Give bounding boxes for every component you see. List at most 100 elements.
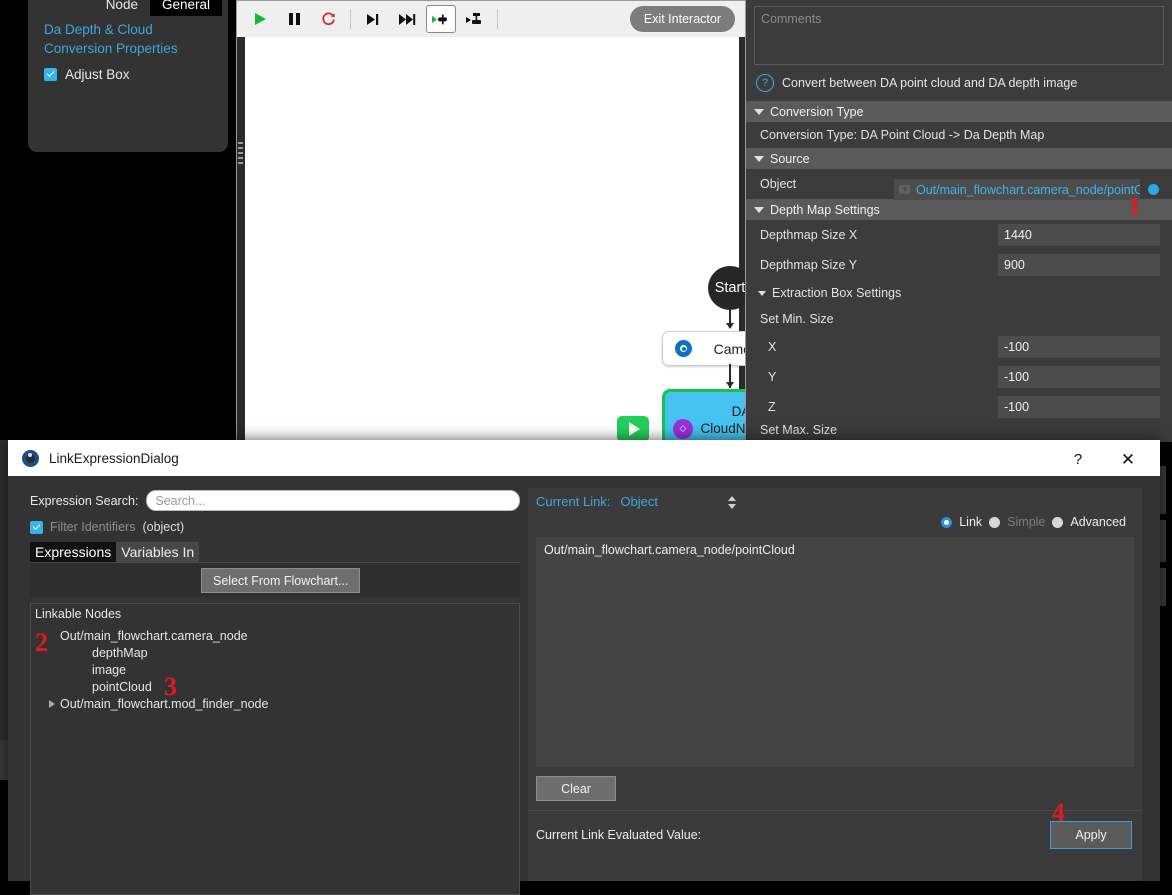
tree-item-camera-node[interactable]: Out/main_flowchart.camera_node (60, 629, 248, 643)
dialog-tabs: Expressions Variables In (30, 542, 520, 562)
flow-node-da-label-line1: DA (731, 404, 745, 419)
step-over-button[interactable] (392, 5, 422, 33)
node-panel-title: Da Depth & Cloud Conversion Properties (28, 16, 228, 58)
filter-identifiers-row[interactable]: Filter Identifiers (object) (30, 520, 520, 534)
depthmap-size-y-input[interactable]: 900 (998, 254, 1160, 276)
min-size-x-label: X (768, 340, 777, 354)
node-panel-title-line1: Da Depth & Cloud (44, 22, 153, 37)
arrow-camera-da (725, 382, 734, 388)
tree-item-pointcloud[interactable]: pointCloud (92, 680, 152, 694)
step-into-button[interactable] (358, 5, 388, 33)
section-source[interactable]: Source (746, 148, 1172, 169)
radio-simple-label: Simple (1007, 515, 1046, 529)
radio-link-label: Link (959, 515, 983, 529)
description-row: ? Convert between DA point cloud and DA … (746, 65, 1172, 101)
node-run-button[interactable] (617, 416, 649, 441)
flowchart-panel: Exit Interactor Start Camera ◇ DA (236, 0, 746, 442)
tab-expressions[interactable]: Expressions (30, 542, 117, 562)
depthmap-size-y-label: Depthmap Size Y (760, 258, 858, 272)
spinner-icon[interactable] (728, 495, 738, 509)
conversion-type-row[interactable]: Conversion Type: DA Point Cloud -> Da De… (746, 122, 1172, 148)
radio-advanced-label: Advanced (1070, 515, 1126, 529)
section-depth-map-settings[interactable]: Depth Map Settings (746, 199, 1172, 220)
flow-node-da-cloudndepth-conv[interactable]: ◇ DA CloudNDepth Conv (662, 389, 745, 441)
chevron-down-icon (754, 206, 764, 213)
set-max-size-label-row: Set Max. Size (746, 422, 1172, 438)
depthmap-size-x-input[interactable]: 1440 (998, 224, 1160, 246)
filter-identifiers-label: Filter Identifiers (50, 520, 136, 534)
comments-input[interactable]: Comments (754, 6, 1164, 65)
chevron-down-icon (754, 155, 764, 162)
code-icon: ◇ (673, 418, 693, 439)
tab-variables-in[interactable]: Variables In (116, 542, 200, 562)
object-link-field[interactable]: Out/main_flowchart.camera_node/pointC (894, 179, 1140, 200)
link-expression-textarea[interactable]: Out/main_flowchart.camera_node/pointClou… (536, 537, 1134, 767)
step-node-button[interactable] (460, 5, 490, 33)
flow-node-da-label-line2: CloudNDepth (700, 421, 745, 436)
flowchart-toolbar: Exit Interactor (237, 1, 745, 38)
adjust-box-row[interactable]: Adjust Box (28, 58, 228, 82)
extraction-box-settings-label: Extraction Box Settings (772, 286, 902, 300)
flowchart-canvas[interactable]: Start Camera ◇ DA CloudNDepth Conv (237, 37, 745, 441)
run-to-node-button[interactable] (426, 5, 456, 33)
canvas-right-splitter[interactable] (739, 37, 745, 441)
filter-identifiers-checkbox[interactable] (30, 520, 43, 534)
adjust-box-checkbox[interactable] (44, 68, 57, 81)
help-button[interactable]: ? (1068, 449, 1088, 469)
expression-search-label: Expression Search: (30, 493, 139, 508)
play-button[interactable] (245, 5, 275, 33)
current-link-value: Object (620, 494, 658, 509)
tab-content-panel: Select From Flowchart... (30, 562, 520, 597)
section-conversion-type[interactable]: Conversion Type (746, 101, 1172, 122)
min-size-y-input[interactable]: -100 (998, 366, 1160, 388)
node-description: Convert between DA point cloud and DA de… (782, 76, 1078, 90)
dialog-body: Expression Search: Search... Filter Iden… (8, 476, 1160, 895)
radio-advanced[interactable] (1052, 516, 1064, 528)
radio-link[interactable] (941, 516, 953, 528)
link-mode-radio-group: Link Simple Advanced (528, 509, 1142, 529)
flow-node-camera[interactable]: Camera (662, 331, 745, 366)
extraction-box-settings-header[interactable]: Extraction Box Settings (746, 280, 1172, 306)
tree-item-image[interactable]: image (92, 663, 126, 677)
application-root: Node General Da Depth & Cloud Conversion… (0, 0, 1172, 895)
exit-interactor-button[interactable]: Exit Interactor (629, 6, 735, 32)
expression-search-row: Expression Search: Search... (30, 490, 520, 511)
pause-button[interactable] (279, 5, 309, 33)
min-size-x-row: X -100 (746, 332, 1172, 362)
evaluated-value-label: Current Link Evaluated Value: (536, 828, 702, 842)
flow-node-da-label: DA CloudNDepth Conv (693, 403, 745, 441)
clear-button[interactable]: Clear (536, 776, 616, 801)
object-link-value: Out/main_flowchart.camera_node/pointC (916, 182, 1140, 197)
section-depth-map-label: Depth Map Settings (770, 202, 880, 217)
current-link-row: Current Link: Object (528, 488, 1142, 509)
clear-button-wrap: Clear (528, 767, 1142, 801)
flow-node-start[interactable]: Start (708, 266, 745, 310)
min-size-y-row: Y -100 (746, 362, 1172, 392)
dialog-title-bar[interactable]: LinkExpressionDialog ? ✕ (8, 440, 1160, 476)
splitter-grip-icon (238, 142, 244, 178)
min-size-z-input[interactable]: -100 (998, 396, 1160, 418)
flow-node-camera-label: Camera (713, 340, 745, 357)
dialog-left-column: Expression Search: Search... Filter Iden… (30, 490, 520, 895)
canvas-left-splitter[interactable] (237, 37, 245, 441)
toolbar-separator-2 (497, 9, 498, 29)
current-link-label: Current Link: (536, 494, 611, 509)
tab-node[interactable]: Node (94, 0, 150, 16)
select-from-flowchart-button[interactable]: Select From Flowchart... (201, 568, 361, 593)
linkable-nodes-header: Linkable Nodes (35, 607, 122, 621)
close-icon[interactable]: ✕ (1118, 449, 1138, 469)
chevron-right-icon[interactable] (49, 700, 55, 708)
object-link-indicator[interactable] (1148, 184, 1159, 195)
linkable-nodes-tree[interactable]: Linkable Nodes Out/main_flowchart.camera… (30, 603, 520, 895)
section-source-label: Source (770, 151, 810, 166)
radio-simple[interactable] (989, 516, 1001, 528)
node-panel-tabs: Node General (28, 0, 228, 16)
tree-item-depthmap[interactable]: depthMap (92, 646, 148, 660)
tab-general[interactable]: General (149, 0, 222, 16)
min-size-z-row: Z -100 (746, 392, 1172, 422)
conversion-type-value: Conversion Type: DA Point Cloud -> Da De… (760, 128, 1045, 142)
annotation-marker-1: 1 (1128, 192, 1141, 221)
reload-button[interactable] (313, 5, 343, 33)
search-input[interactable]: Search... (146, 490, 520, 511)
min-size-x-input[interactable]: -100 (998, 336, 1160, 358)
